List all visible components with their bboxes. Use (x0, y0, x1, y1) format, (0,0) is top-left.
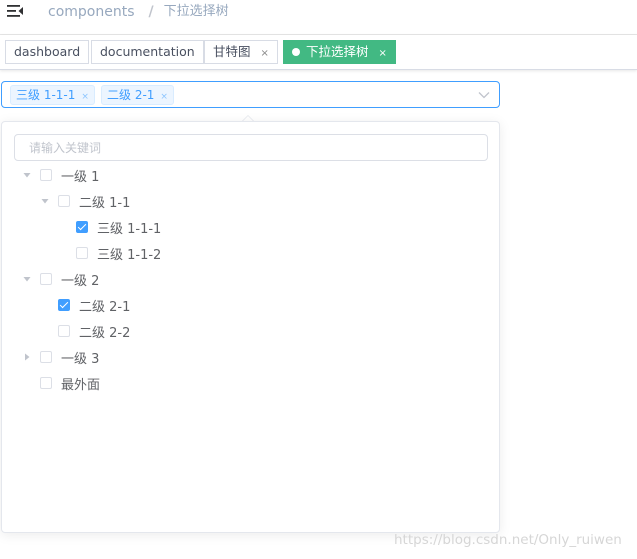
hamburger-menu-icon[interactable] (6, 2, 24, 20)
caret-down-icon[interactable] (20, 168, 34, 182)
close-icon[interactable]: × (81, 92, 89, 102)
expand-spacer (38, 324, 52, 338)
checkbox-checked[interactable] (76, 221, 88, 233)
active-dot-icon (292, 48, 300, 56)
tree-node-label: 一级 3 (61, 351, 100, 367)
tags-view: dashboard documentation 甘特图 × 下拉选择树 × (0, 35, 637, 70)
navbar: components / 下拉选择树 (0, 0, 637, 35)
tree-node-label: 二级 1-1 (79, 195, 131, 211)
tag-label: 下拉选择树 (306, 44, 369, 59)
tree-node-label: 二级 2-1 (79, 299, 131, 315)
watermark: https://blog.csdn.net/Only_ruiwen (394, 532, 622, 548)
tag-gantt[interactable]: 甘特图 × (204, 40, 278, 64)
close-icon[interactable]: × (160, 92, 168, 102)
tag-select-tree[interactable]: 下拉选择树 × (283, 40, 396, 64)
tree-node-label: 二级 2-2 (79, 325, 131, 341)
tree-dropdown: 一级 1 二级 1-1 三级 1-1-1 三级 1-1-2 一级 2 二级 2-1 二级 2… (1, 121, 500, 533)
tag-documentation[interactable]: documentation (91, 40, 204, 64)
expand-spacer (20, 376, 34, 390)
tree-node[interactable]: 一级 2 (20, 266, 99, 292)
checkbox[interactable] (40, 273, 52, 285)
tree-node[interactable]: 二级 2-2 (38, 318, 130, 344)
caret-down-icon[interactable] (38, 194, 52, 208)
breadcrumb-separator: / (148, 4, 154, 20)
checkbox[interactable] (58, 195, 70, 207)
tag-dashboard[interactable]: dashboard (5, 40, 90, 64)
tree-node[interactable]: 二级 2-1 (38, 292, 130, 318)
tag-label: 甘特图 (213, 44, 251, 59)
tag-label: documentation (100, 44, 195, 59)
tree-node[interactable]: 最外面 (20, 370, 100, 396)
tree-node[interactable]: 三级 1-1-1 (56, 214, 161, 240)
tree-node[interactable]: 三级 1-1-2 (56, 240, 161, 266)
tree-node-label: 三级 1-1-1 (97, 221, 162, 237)
tree-node[interactable]: 二级 1-1 (38, 188, 130, 214)
tree-node-label: 三级 1-1-2 (97, 247, 162, 263)
expand-spacer (38, 298, 52, 312)
breadcrumb-item-components[interactable]: components (48, 3, 135, 21)
close-icon[interactable]: × (379, 48, 387, 59)
caret-down-icon[interactable] (20, 272, 34, 286)
expand-spacer (56, 246, 70, 260)
tree-node-label: 最外面 (61, 377, 101, 393)
expand-spacer (56, 220, 70, 234)
breadcrumb-item-current: 下拉选择树 (163, 4, 229, 19)
selected-chip: 三级 1-1-1 × (10, 85, 95, 105)
tree-node-label: 一级 2 (61, 273, 100, 289)
chip-label: 二级 2-1 (107, 88, 155, 102)
chip-label: 三级 1-1-1 (16, 88, 76, 102)
tree-node[interactable]: 一级 3 (20, 344, 99, 370)
close-icon[interactable]: × (261, 48, 269, 59)
filter-input[interactable] (14, 134, 488, 161)
tag-label: dashboard (14, 44, 81, 59)
tree-node-label: 一级 1 (61, 169, 100, 185)
checkbox-checked[interactable] (58, 299, 70, 311)
checkbox[interactable] (40, 351, 52, 363)
checkbox[interactable] (76, 247, 88, 259)
selected-chip: 二级 2-1 × (101, 85, 174, 105)
tree-select-input[interactable]: 三级 1-1-1 × 二级 2-1 × (1, 81, 500, 108)
chevron-down-icon[interactable] (478, 89, 490, 101)
caret-right-icon[interactable] (20, 350, 34, 364)
tree-node[interactable]: 一级 1 (20, 162, 99, 188)
checkbox[interactable] (40, 377, 52, 389)
breadcrumb: components / 下拉选择树 (48, 3, 229, 21)
checkbox[interactable] (58, 325, 70, 337)
checkbox[interactable] (40, 169, 52, 181)
